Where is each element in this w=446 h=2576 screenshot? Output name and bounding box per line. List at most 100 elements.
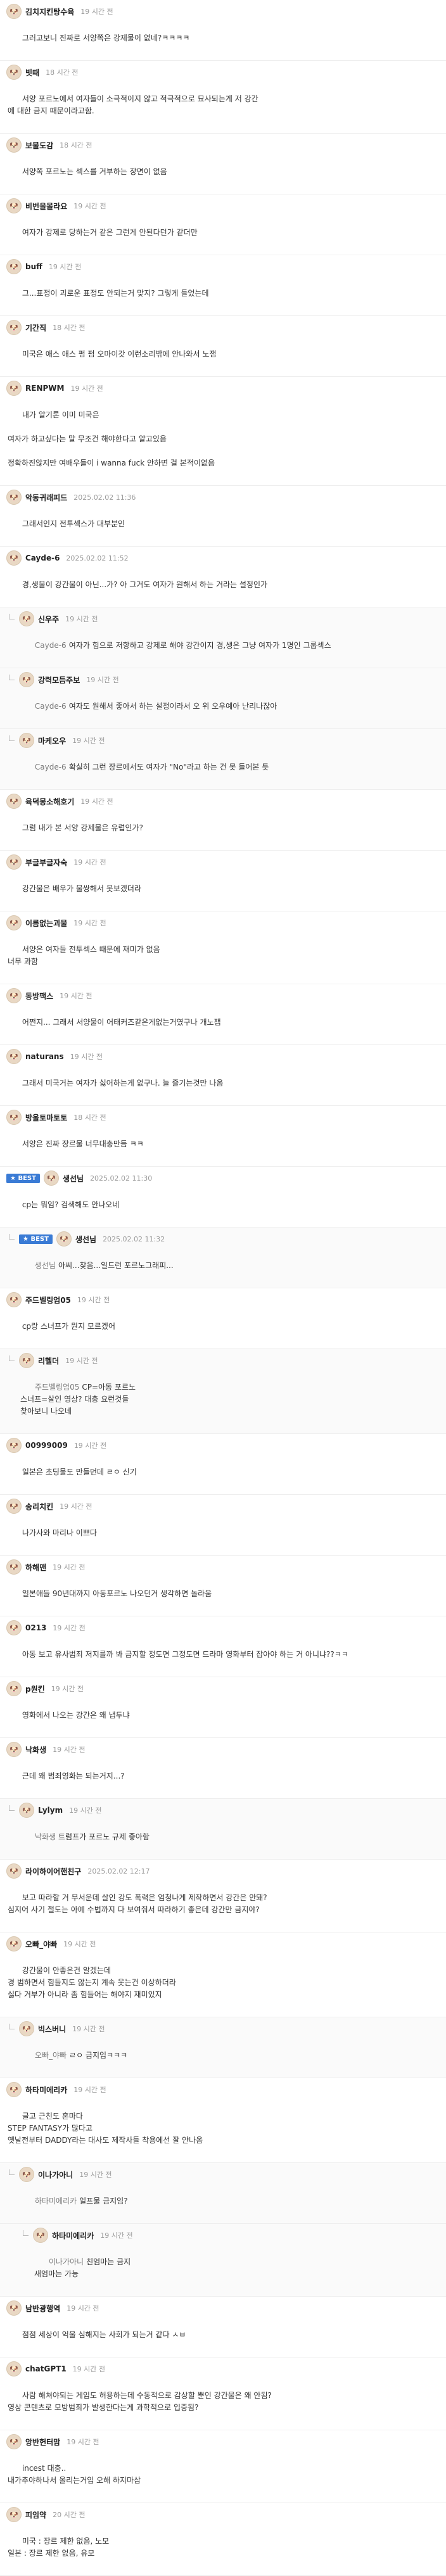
nickname[interactable]: p원킨 <box>25 1684 45 1694</box>
avatar[interactable]: 🐶 <box>6 1559 22 1575</box>
comment-body: 낙화생 트럼프가 포르노 규제 좋아함 <box>19 1819 440 1855</box>
avatar[interactable]: 🐶 <box>6 2082 22 2097</box>
nickname[interactable]: 기간직 <box>25 322 46 333</box>
nickname[interactable]: 리헬더 <box>38 1355 59 1366</box>
avatar[interactable]: 🐶 <box>6 381 22 396</box>
best-badge: ★ BEST <box>6 1173 40 1183</box>
comment-body: incest 대충.. 내가추야하나서 올리는거임 오해 하지마삼 <box>6 2451 440 2499</box>
nickname[interactable]: 0213 <box>25 1623 46 1632</box>
mention[interactable]: 주드벨링엄05 <box>35 1383 79 1392</box>
nickname[interactable]: 이나가아니 <box>38 2169 73 2180</box>
mention[interactable]: Cayde-6 <box>35 641 67 650</box>
avatar[interactable]: 🐶 <box>6 320 22 335</box>
avatar[interactable]: 🐶 <box>6 198 22 213</box>
avatar[interactable]: 🐶 <box>19 733 34 748</box>
avatar[interactable]: 🐶 <box>19 672 34 687</box>
nickname[interactable]: 부글부글자숙 <box>25 857 67 868</box>
avatar[interactable]: 🐶 <box>6 1499 22 1514</box>
avatar[interactable]: 🐶 <box>6 2300 22 2316</box>
comment-text: 그럼 내가 본 서양 강제물은 유럽인가? <box>22 823 143 832</box>
nickname[interactable]: Cayde-6 <box>25 554 60 562</box>
nickname[interactable]: 피임약 <box>25 2509 46 2520</box>
timestamp: 18 시간 전 <box>46 68 79 77</box>
avatar[interactable]: 🐶 <box>6 1049 22 1064</box>
avatar[interactable]: 🐶 <box>6 259 22 274</box>
avatar[interactable]: 🐶 <box>6 2434 22 2449</box>
avatar[interactable]: 🐶 <box>19 2021 34 2036</box>
nickname[interactable]: 마케오우 <box>38 735 66 746</box>
nickname[interactable]: 육덕몽소해호기 <box>25 796 74 807</box>
nickname[interactable]: 빅스버니 <box>38 2024 66 2034</box>
comment-header: 🐶 동방팩스 19 시간 전 <box>6 987 440 1005</box>
avatar[interactable]: 🐶 <box>19 1353 34 1368</box>
avatar[interactable]: 🐶 <box>6 1742 22 1757</box>
avatar[interactable]: 🐶 <box>6 854 22 870</box>
nickname[interactable]: 생선님 <box>75 1234 96 1245</box>
mention[interactable]: Cayde-6 <box>35 702 67 711</box>
nickname[interactable]: 생선님 <box>63 1173 84 1184</box>
nickname[interactable]: 남반광행역 <box>25 2303 60 2314</box>
nickname[interactable]: naturans <box>25 1052 64 1061</box>
nickname[interactable]: 방울토마토토 <box>25 1112 67 1123</box>
avatar[interactable]: 🐶 <box>19 611 34 626</box>
avatar[interactable]: 🐶 <box>6 2361 22 2376</box>
mention[interactable]: 생선님 <box>35 1261 56 1270</box>
nickname[interactable]: 송리치킨 <box>25 1501 53 1512</box>
nickname[interactable]: 김치지킨탕수육 <box>25 6 74 17</box>
avatar[interactable]: 🐶 <box>6 550 22 566</box>
avatar[interactable]: 🐶 <box>6 1292 22 1307</box>
nickname[interactable]: buff <box>25 262 42 271</box>
avatar[interactable]: 🐶 <box>6 4 22 19</box>
comment-header: 🐶 남반광행역 19 시간 전 <box>6 2299 440 2317</box>
avatar[interactable]: 🐶 <box>6 1110 22 1125</box>
nickname[interactable]: chatGPT1 <box>25 2364 67 2373</box>
comment-body: 점점 세상이 억울 심해지는 사회가 되는거 같다 ㅅㅂ <box>6 2317 440 2353</box>
nickname[interactable]: 낙화생 <box>25 1744 46 1755</box>
comment-item-23: 🐶 송리치킨 19 시간 전 나가사와 마리나 이쁘다 <box>0 1495 446 1556</box>
nickname[interactable]: 하타미에리카 <box>52 2230 94 2241</box>
avatar[interactable]: 🐶 <box>6 137 22 153</box>
nickname[interactable]: 앙반헌터맘 <box>25 2437 60 2447</box>
mention[interactable]: 하타미에리카 <box>35 2197 77 2205</box>
avatar[interactable]: 🐶 <box>19 2167 34 2182</box>
mention[interactable]: Cayde-6 <box>35 763 67 771</box>
avatar[interactable]: 🐶 <box>33 2228 48 2243</box>
avatar[interactable]: 🐶 <box>56 1231 72 1247</box>
avatar[interactable]: 🐶 <box>6 2507 22 2522</box>
comment-body: 강간물이 안좋은건 알겠는데 경 범하면서 힘들지도 않는지 계속 웃는건 이상… <box>6 1953 440 2013</box>
mention[interactable]: 낙화생 <box>35 1832 56 1841</box>
timestamp: 19 시간 전 <box>70 1053 103 1061</box>
nickname[interactable]: 오빠_야빠 <box>25 1939 57 1950</box>
nickname[interactable]: 하타미에리카 <box>25 2084 67 2095</box>
nickname[interactable]: 동방팩스 <box>25 991 53 1001</box>
comment-item-6: 🐶 RENPWM 19 시간 전 내가 알기론 이미 미국은 여자가 하고싶다는… <box>0 377 446 486</box>
nickname[interactable]: 이름없는괴물 <box>25 918 67 929</box>
nickname[interactable]: 보물도감 <box>25 140 53 151</box>
nickname[interactable]: 주드벨링엄05 <box>25 1295 71 1305</box>
avatar[interactable]: 🐶 <box>6 490 22 505</box>
nickname[interactable]: 비번을몰라요 <box>25 201 67 212</box>
nickname[interactable]: 악동귀래피드 <box>25 492 67 503</box>
avatar[interactable]: 🐶 <box>6 65 22 80</box>
avatar[interactable]: 🐶 <box>6 794 22 809</box>
avatar[interactable]: 🐶 <box>6 988 22 1003</box>
avatar[interactable]: 🐶 <box>43 1171 59 1186</box>
avatar[interactable]: 🐶 <box>6 1620 22 1635</box>
nickname[interactable]: 라이하이어핸친구 <box>25 1866 81 1877</box>
avatar[interactable]: 🐶 <box>6 1438 22 1453</box>
nickname[interactable]: 빗때 <box>25 67 39 78</box>
nickname[interactable]: 강력모듬주보 <box>38 675 80 685</box>
nickname[interactable]: Lylym <box>38 1806 63 1815</box>
avatar[interactable]: 🐶 <box>6 1936 22 1951</box>
avatar[interactable]: 🐶 <box>6 1863 22 1879</box>
nickname[interactable]: RENPWM <box>25 384 64 393</box>
nickname[interactable]: 신우주 <box>38 614 59 625</box>
avatar[interactable]: 🐶 <box>6 1681 22 1696</box>
avatar[interactable]: 🐶 <box>19 1803 34 1818</box>
avatar[interactable]: 🐶 <box>6 915 22 930</box>
mention[interactable]: 오빠_야빠 <box>35 2051 67 2060</box>
nickname[interactable]: 하해맨 <box>25 1562 46 1573</box>
nickname[interactable]: 00999009 <box>25 1441 68 1450</box>
comment-text: 강간물은 배우가 불쌍해서 못보겠더라 <box>22 884 141 893</box>
mention[interactable]: 이나가아니 <box>49 2257 84 2266</box>
